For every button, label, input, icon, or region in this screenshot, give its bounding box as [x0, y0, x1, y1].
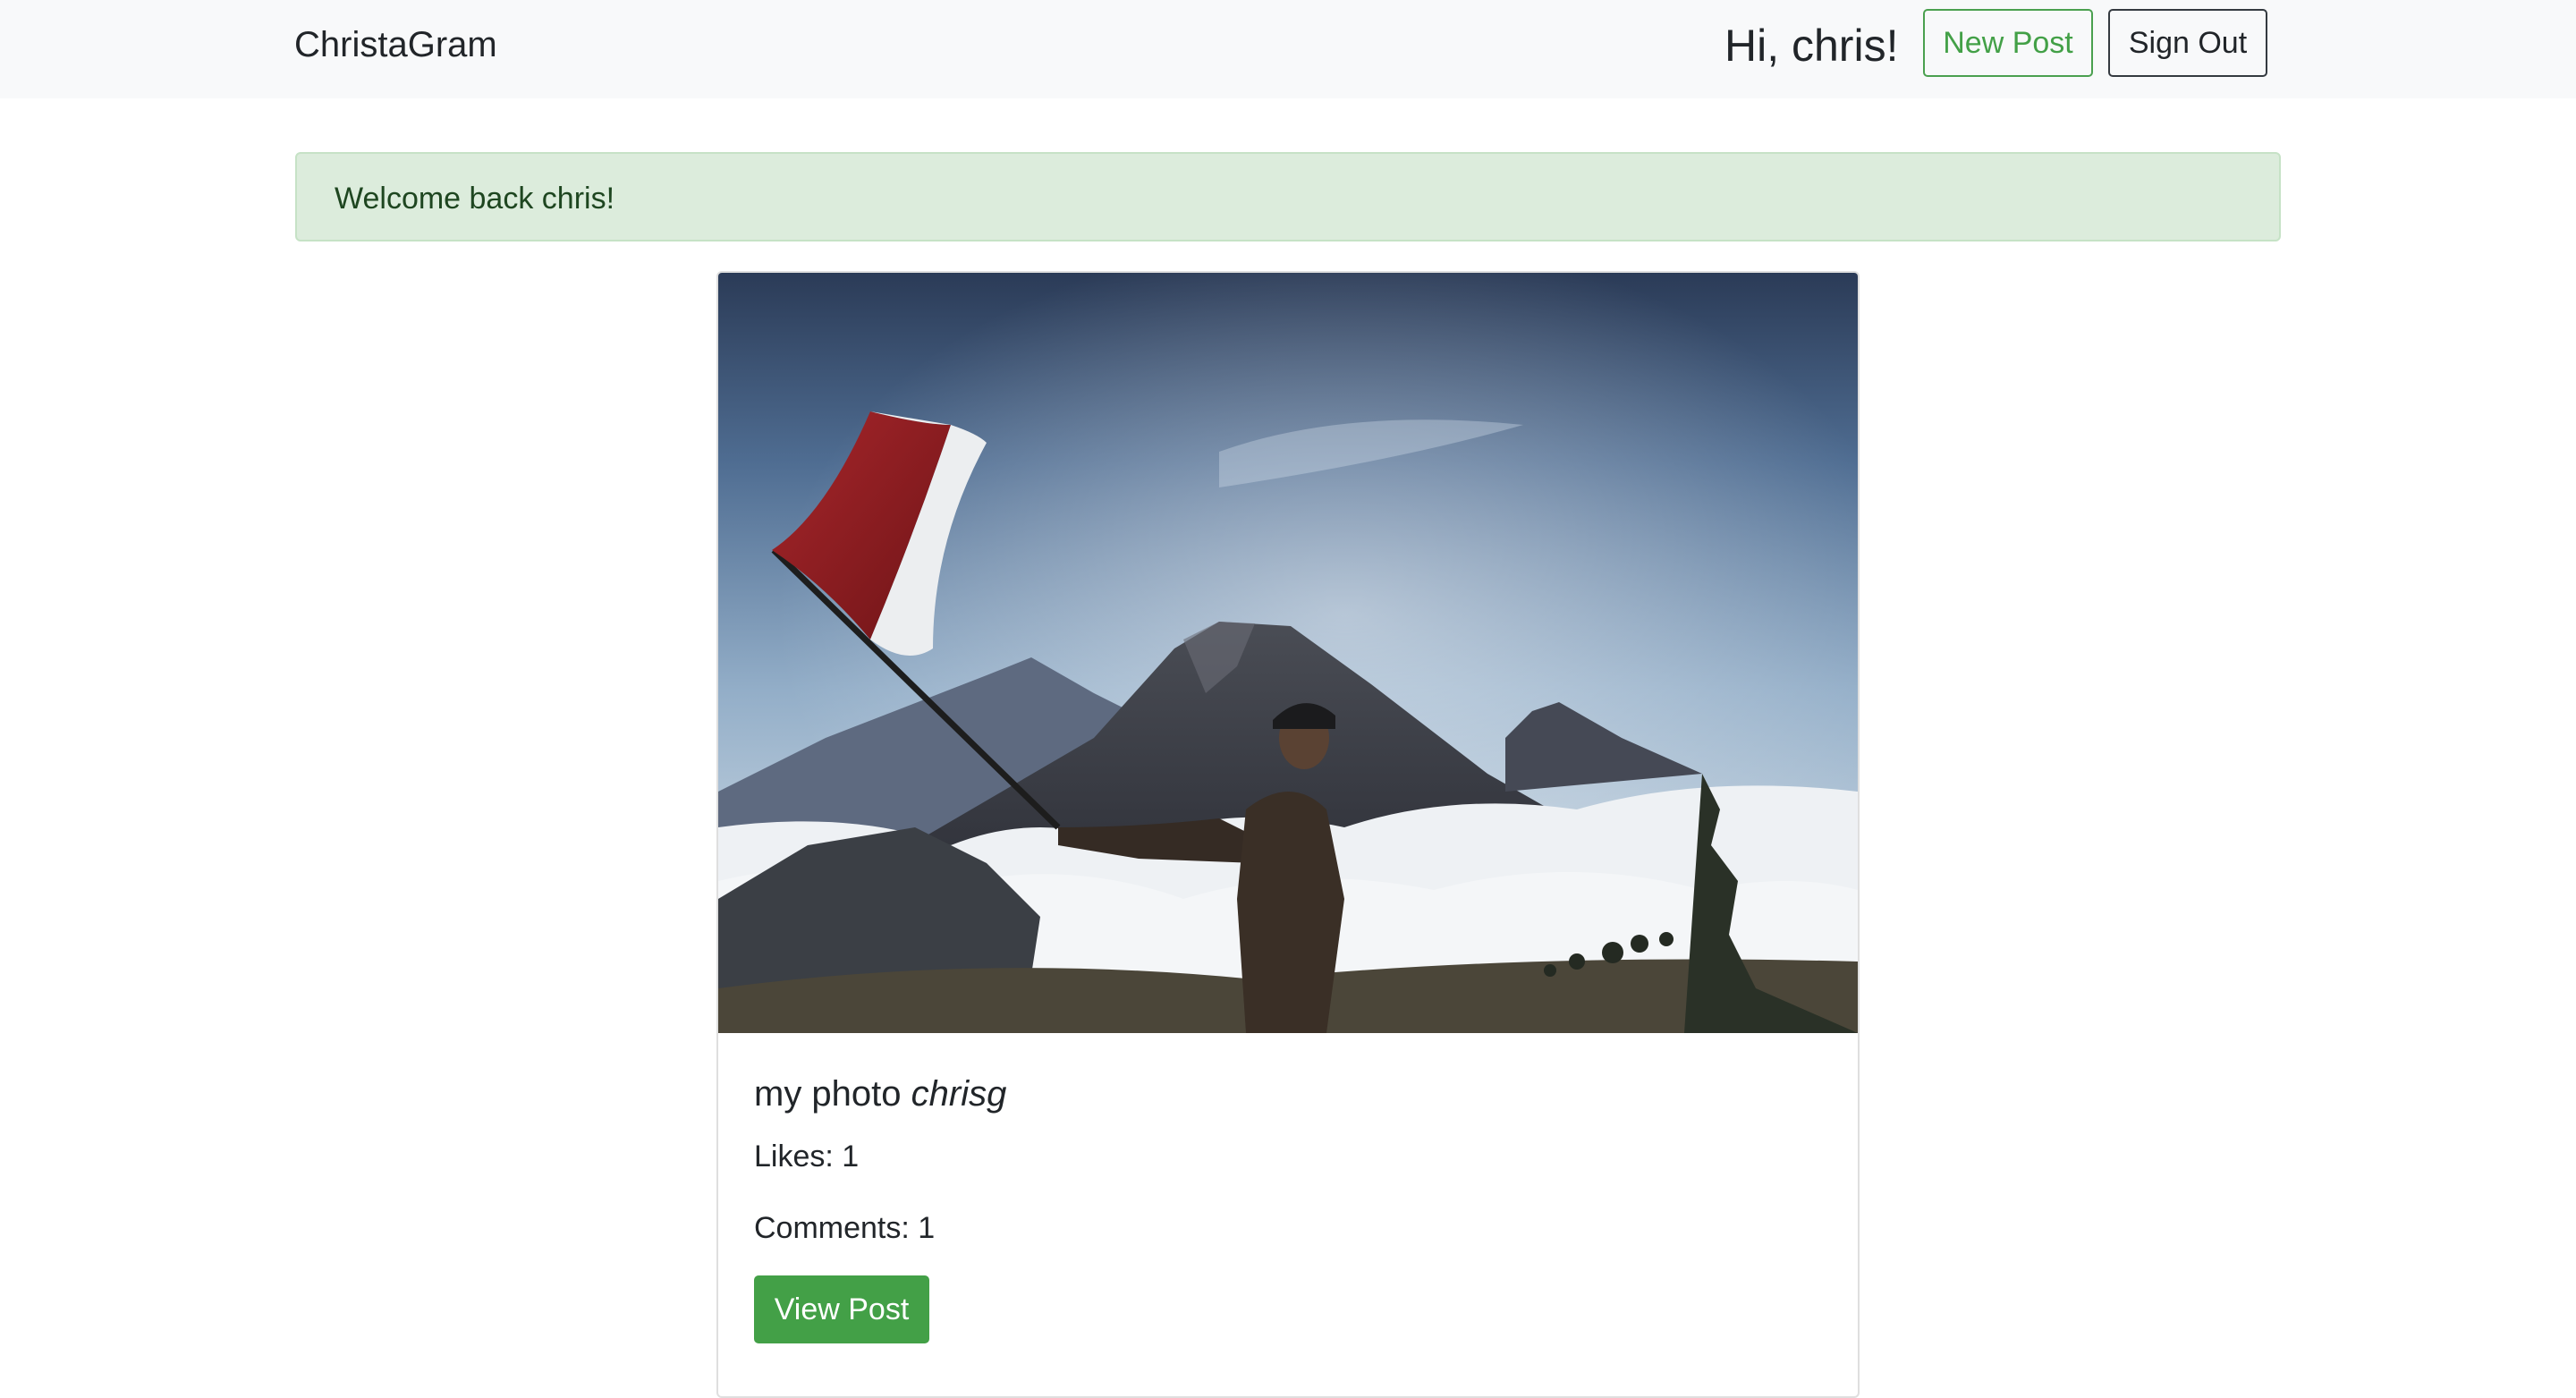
- comments-count: Comments: 1: [754, 1211, 936, 1245]
- post-card: my photo chrisg Likes: 1 Comments: 1 Vie…: [716, 271, 1860, 1398]
- user-greeting: Hi, chris!: [1724, 21, 1899, 71]
- post-caption: my photo: [754, 1074, 902, 1114]
- post-image: [718, 273, 1858, 1033]
- sign-out-button[interactable]: Sign Out: [2108, 9, 2267, 77]
- view-post-button[interactable]: View Post: [754, 1275, 929, 1343]
- brand-logo-link[interactable]: ChristaGram: [294, 21, 497, 68]
- new-post-button[interactable]: New Post: [1923, 9, 2093, 77]
- post-author: chrisg: [911, 1074, 1007, 1114]
- welcome-alert: Welcome back chris!: [295, 152, 2281, 241]
- top-navbar: ChristaGram Hi, chris! New Post Sign Out: [0, 0, 2576, 98]
- post-title: my photo chrisg: [754, 1069, 1006, 1119]
- likes-count: Likes: 1: [754, 1140, 860, 1173]
